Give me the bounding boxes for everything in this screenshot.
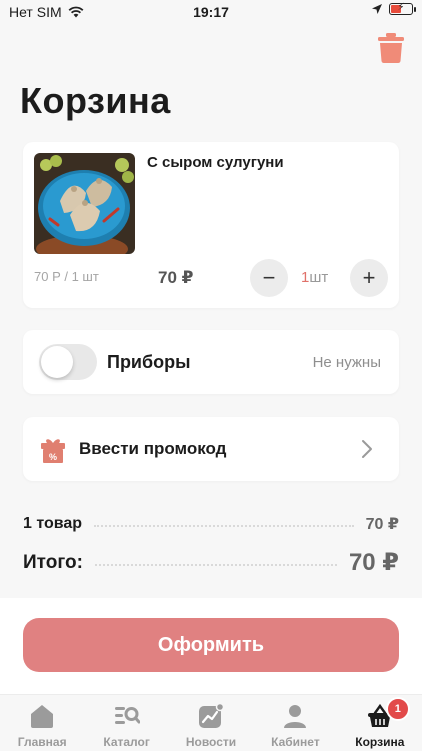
promo-code-label: Ввести промокод: [79, 439, 227, 458]
toggle-knob: [41, 346, 73, 378]
product-image: [34, 153, 135, 254]
gift-icon: %: [41, 439, 65, 463]
plus-icon: +: [362, 265, 376, 290]
product-name: С сыром сулугуни: [147, 154, 284, 171]
total-row: Итого: 70 ₽: [23, 548, 399, 577]
tab-label: Корзина: [355, 735, 405, 749]
cutlery-toggle[interactable]: [39, 344, 97, 380]
total-value: 70 ₽: [348, 549, 399, 576]
tab-cart[interactable]: 1 Корзина: [338, 695, 422, 751]
quantity-decrease-button[interactable]: −: [250, 259, 288, 297]
profile-icon: [284, 705, 307, 728]
checkout-area: Оформить: [0, 598, 422, 694]
tab-home[interactable]: Главная: [0, 695, 84, 751]
items-subtotal: 70 ₽: [365, 516, 399, 533]
dotted-divider: [94, 525, 354, 527]
items-summary-row: 1 товар 70 ₽: [23, 514, 399, 534]
cutlery-status: Не нужны: [312, 354, 381, 371]
tab-news[interactable]: Новости: [169, 695, 253, 751]
clock: 19:17: [193, 4, 229, 20]
location-arrow-icon: [372, 4, 382, 14]
promo-code-row[interactable]: % Ввести промокод: [23, 417, 399, 481]
quantity-increase-button[interactable]: +: [350, 259, 388, 297]
items-count-label: 1 товар: [23, 515, 83, 532]
tab-label: Главная: [17, 735, 67, 749]
checkout-button[interactable]: Оформить: [23, 618, 399, 672]
dotted-divider: [94, 563, 337, 566]
tab-label: Новости: [185, 735, 237, 749]
cutlery-card: Приборы Не нужны: [23, 330, 399, 394]
catalog-icon: [114, 707, 140, 724]
minus-icon: −: [262, 265, 276, 290]
trash-icon[interactable]: [376, 32, 406, 64]
cart-count-badge: 1: [385, 697, 410, 721]
cart-item-card: С сыром сулугуни 70 Р / 1 шт 70 ₽ − 1шт …: [23, 142, 399, 308]
chevron-right-icon: [362, 440, 372, 458]
battery-icon: ⚡: [389, 2, 416, 15]
tab-catalog[interactable]: Каталог: [84, 695, 168, 751]
quantity-unit: шт: [309, 269, 329, 286]
tab-profile[interactable]: Кабинет: [253, 695, 337, 751]
tab-label: Кабинет: [271, 735, 320, 749]
tab-bar: Главная Каталог Новости Кабинет 1 Корзин…: [0, 694, 422, 751]
total-label: Итого:: [23, 551, 83, 573]
product-price: 70 ₽: [158, 268, 194, 287]
cutlery-label: Приборы: [107, 352, 191, 372]
svg-text:%: %: [49, 452, 57, 462]
product-unit-price: 70 Р / 1 шт: [34, 269, 99, 284]
home-icon: [31, 705, 54, 728]
quantity-display: 1шт: [301, 269, 328, 286]
page-title: Корзина: [20, 80, 171, 121]
news-icon: [199, 703, 225, 728]
status-bar: Нет SIM 19:17 ⚡: [0, 0, 422, 24]
tab-label: Каталог: [103, 735, 150, 749]
